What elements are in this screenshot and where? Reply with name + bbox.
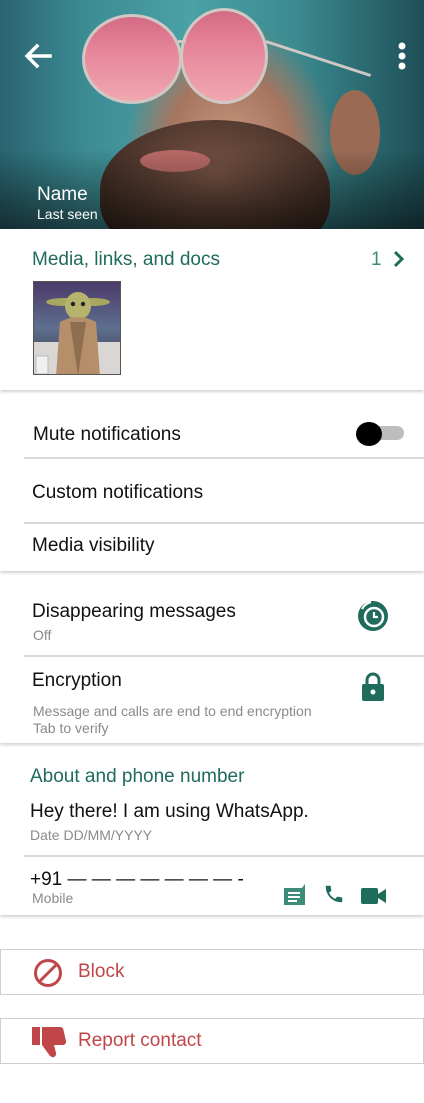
media-thumbnail[interactable] — [33, 281, 121, 375]
lock-icon[interactable] — [361, 672, 385, 702]
custom-notifications-label[interactable]: Custom notifications — [32, 482, 203, 504]
disappearing-messages-value: Off — [33, 627, 52, 643]
mute-notifications-toggle[interactable] — [356, 422, 404, 446]
media-count[interactable]: 1 — [371, 249, 382, 271]
phone-icon[interactable] — [323, 883, 345, 905]
divider — [24, 522, 424, 524]
media-card: Media, links, and docs 1 — [0, 240, 424, 390]
about-status-text[interactable]: Hey there! I am using WhatsApp. — [30, 801, 309, 823]
photo-sunglass-lens-right — [180, 8, 268, 104]
block-label: Block — [78, 961, 125, 982]
contact-name: Name — [37, 184, 88, 205]
disappearing-messages-label[interactable]: Disappearing messages — [32, 601, 236, 623]
yoda-figure-image — [34, 292, 120, 374]
mute-notifications-label[interactable]: Mute notifications — [33, 424, 181, 446]
back-arrow-icon — [24, 43, 52, 69]
more-vert-icon — [398, 42, 406, 70]
divider — [24, 855, 424, 857]
report-contact-button[interactable]: Report contact — [0, 1018, 424, 1064]
video-icon[interactable] — [361, 887, 387, 905]
media-visibility-label[interactable]: Media visibility — [32, 535, 154, 557]
last-seen-text: Last seen — [37, 206, 98, 222]
about-card: About and phone number Hey there! I am u… — [0, 758, 424, 915]
about-section-title: About and phone number — [30, 766, 245, 787]
divider — [24, 457, 424, 459]
encryption-description: Message and calls are end to end encrypt… — [33, 703, 312, 719]
message-icon[interactable] — [282, 883, 306, 907]
toggle-knob — [356, 422, 382, 446]
block-button[interactable]: Block — [0, 949, 424, 995]
back-button[interactable] — [22, 40, 54, 72]
phone-type-label: Mobile — [32, 890, 74, 906]
timer-icon[interactable] — [357, 600, 389, 632]
block-icon — [34, 959, 62, 987]
media-section-title[interactable]: Media, links, and docs — [32, 249, 220, 271]
about-date: Date DD/MM/YYYY — [30, 827, 153, 843]
privacy-card: Disappearing messages Off Encryption Mes… — [0, 594, 424, 743]
contact-header-photo[interactable]: Name Last seen — [0, 0, 424, 229]
more-options-button[interactable] — [392, 40, 412, 74]
phone-number[interactable]: +91 — — — — — — — - — [30, 869, 244, 891]
thumbs-down-icon — [32, 1027, 67, 1058]
chevron-right-icon[interactable] — [392, 249, 406, 269]
encryption-label[interactable]: Encryption — [32, 670, 122, 692]
encryption-verify-hint: Tab to verify — [33, 720, 109, 736]
photo-glasses-arm — [265, 40, 372, 77]
photo-glasses-bridge — [178, 40, 186, 43]
report-contact-label: Report contact — [78, 1030, 202, 1051]
photo-sunglass-lens-left — [82, 14, 182, 104]
divider — [24, 655, 424, 657]
